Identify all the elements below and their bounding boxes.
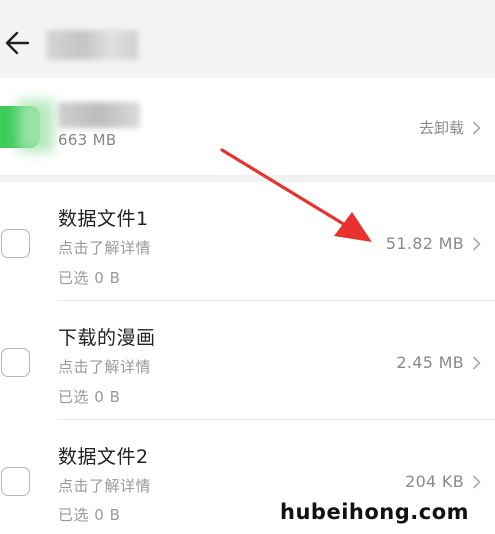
item-size[interactable]: 2.45 MB (396, 353, 481, 372)
section-divider (0, 175, 495, 182)
chevron-right-icon (472, 236, 481, 251)
item-checkbox[interactable] (1, 229, 30, 258)
item-title: 数据文件1 (58, 208, 149, 230)
list-item[interactable]: 下载的漫画 点击了解详情 已选 0 B 2.45 MB (0, 301, 495, 420)
watermark-text: hubeihong.com (276, 500, 473, 524)
item-title: 下载的漫画 (58, 327, 156, 349)
item-size[interactable]: 51.82 MB (386, 234, 481, 253)
bottom-strip (0, 525, 495, 534)
item-detail: 点击了解详情 (58, 358, 152, 376)
app-info-row: 663 MB 去卸载 (0, 78, 495, 175)
item-size-value: 2.45 MB (396, 353, 464, 372)
item-checkbox[interactable] (1, 467, 30, 496)
back-arrow-icon[interactable] (2, 26, 36, 60)
chevron-right-icon (472, 355, 481, 370)
list-item[interactable]: 数据文件1 点击了解详情 已选 0 B 51.82 MB (0, 182, 495, 301)
item-size-value: 51.82 MB (385, 234, 464, 253)
item-selected: 已选 0 B (58, 388, 121, 406)
item-size[interactable]: 204 KB (405, 472, 481, 491)
chevron-right-icon (472, 120, 481, 135)
item-selected: 已选 0 B (58, 506, 121, 524)
item-title: 数据文件2 (58, 446, 149, 468)
page-title-blurred (46, 30, 138, 60)
item-size-value: 204 KB (405, 472, 464, 491)
item-detail: 点击了解详情 (58, 239, 152, 257)
chevron-right-icon (472, 474, 481, 489)
item-selected: 已选 0 B (58, 269, 121, 287)
item-checkbox[interactable] (1, 348, 30, 377)
header-bar (0, 0, 495, 78)
app-size: 663 MB (58, 131, 117, 149)
uninstall-button[interactable]: 去卸载 (419, 117, 481, 138)
item-detail: 点击了解详情 (58, 477, 152, 495)
app-name-blurred (58, 102, 140, 128)
app-icon-blur (18, 100, 54, 152)
uninstall-label: 去卸载 (418, 119, 464, 137)
